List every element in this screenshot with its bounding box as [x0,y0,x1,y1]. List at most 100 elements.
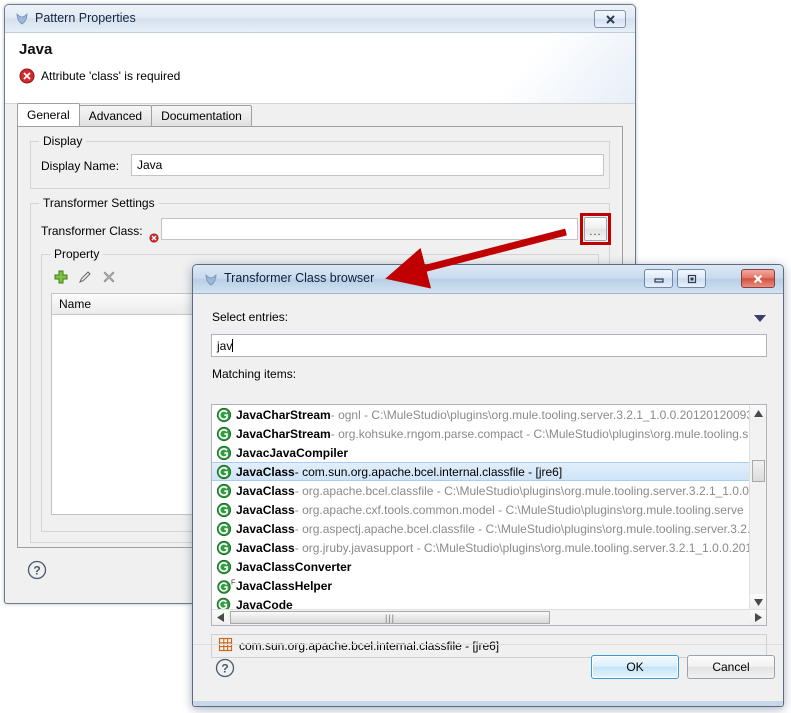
class-green-icon [216,540,236,556]
screen: Pattern Properties Java Attribute 'class… [0,0,791,713]
scroll-thumb-grip-icon: ||| [385,613,395,623]
list-horizontal-scrollbar[interactable]: ||| [212,609,766,625]
list-item-name: JavaClass [236,522,295,536]
list-item[interactable]: JavaCharStream - org.kohsuke.rngom.parse… [212,424,751,443]
window-title: Pattern Properties [35,11,136,25]
close-icon [752,273,764,285]
class-green-icon [216,483,236,499]
add-property-button[interactable] [51,267,71,287]
cancel-button[interactable]: Cancel [687,655,775,679]
select-entries-label: Select entries: [212,310,288,324]
list-item-description: - ognl - C:\MuleStudio\plugins\org.mule.… [331,408,751,422]
caret-down-icon [754,599,763,606]
edit-property-button[interactable] [75,267,95,287]
svg-text:?: ? [33,564,40,578]
caret-up-icon [754,410,763,417]
mule-app-icon [203,272,219,288]
class-green-final-icon: F [216,578,236,594]
pattern-properties-titlebar[interactable]: Pattern Properties [5,5,635,33]
minimize-icon [652,274,666,284]
maximize-icon [685,273,699,285]
svg-text:?: ? [221,662,228,676]
list-viewport: JavaCharStream - ognl - C:\MuleStudio\pl… [212,405,751,611]
ok-button[interactable]: OK [591,655,679,679]
plus-green-icon [53,269,69,285]
scroll-up-button[interactable] [750,405,767,422]
help-question-icon: ? [215,658,235,678]
class-green-icon [216,426,236,442]
list-item[interactable]: JavaClassConverter [212,557,751,576]
help-button[interactable]: ? [215,658,235,678]
maximize-button[interactable] [677,269,706,288]
close-button[interactable] [741,269,775,288]
list-item[interactable]: JavaCharStream - ognl - C:\MuleStudio\pl… [212,405,751,424]
highlight-annotation-box [580,213,611,245]
pattern-properties-header: Java Attribute 'class' is required [5,33,635,104]
list-item[interactable]: JavaClass - org.jruby.javasupport - C:\M… [212,538,751,557]
ok-button-label: OK [626,660,643,674]
list-item-name: JavaCharStream [236,408,331,422]
pencil-icon [77,269,93,285]
dialog-footer: ? OK Cancel [193,644,783,706]
caret-left-icon [217,613,224,622]
list-item[interactable]: JavaClass - com.sun.org.apache.bcel.inte… [212,462,751,481]
list-item-name: JavacJavaCompiler [236,446,348,460]
tab-advanced[interactable]: Advanced [79,105,152,126]
list-item-name: JavaClassConverter [236,560,351,574]
search-input[interactable]: jav [211,334,767,357]
list-item[interactable]: JavaClass - org.apache.bcel.classfile - … [212,481,751,500]
vertical-scroll-thumb[interactable] [752,460,765,482]
list-item-description: - org.kohsuke.rngom.parse.compact - C:\M… [331,427,749,441]
tab-bar: General Advanced Documentation [17,104,251,126]
error-small-icon [149,232,159,242]
page-title: Java [19,41,52,58]
list-item-name: JavaClassHelper [236,579,332,593]
transformer-settings-legend: Transformer Settings [39,196,159,210]
list-item-description: - org.apache.bcel.classfile - C:\MuleStu… [295,484,751,498]
display-group: Display Display Name: [30,141,610,189]
close-button[interactable] [594,10,626,28]
help-button[interactable]: ? [27,560,47,580]
tab-general-label: General [27,108,70,122]
list-item-description: - com.sun.org.apache.bcel.internal.class… [295,465,562,479]
error-circle-icon [19,68,35,84]
display-group-legend: Display [39,134,86,148]
display-name-label: Display Name: [41,159,119,173]
mule-app-icon [14,11,30,27]
help-question-icon: ? [27,560,47,580]
property-group-legend: Property [50,247,103,261]
display-name-input[interactable] [131,154,604,176]
svg-text:F: F [231,579,235,586]
footer-divider [193,644,783,645]
dialog-title: Transformer Class browser [224,271,374,285]
class-green-icon [216,559,236,575]
horizontal-scroll-thumb[interactable]: ||| [230,611,550,624]
list-item[interactable]: JavaClass - org.aspectj.apache.bcel.clas… [212,519,751,538]
tab-general[interactable]: General [17,103,80,126]
list-item[interactable]: JavacJavaCompiler [212,443,751,462]
text-caret [232,339,233,352]
minimize-button[interactable] [644,269,673,288]
transformer-class-input[interactable] [161,218,578,240]
list-item-description: - org.aspectj.apache.bcel.classfile - C:… [295,522,751,536]
tab-documentation[interactable]: Documentation [151,105,252,126]
scroll-left-button[interactable] [212,610,228,625]
list-item[interactable]: JavaClass - org.apache.cxf.tools.common.… [212,500,751,519]
cancel-button-label: Cancel [712,660,749,674]
delete-property-button[interactable] [99,267,119,287]
caret-right-icon [755,613,762,622]
delete-x-icon [101,269,117,285]
matching-items-list[interactable]: JavaCharStream - ognl - C:\MuleStudio\pl… [211,404,767,626]
list-item-name: JavaClass [236,484,295,498]
list-item-description: - org.jruby.javasupport - C:\MuleStudio\… [295,541,751,555]
dialog-body: Select entries: jav Matching items: Java… [193,294,783,706]
error-message: Attribute 'class' is required [41,69,180,83]
close-icon [605,14,616,25]
list-item-description: - org.apache.cxf.tools.common.model - C:… [295,503,744,517]
dialog-titlebar[interactable]: Transformer Class browser [193,265,783,294]
chevron-down-icon[interactable] [753,312,767,326]
list-item[interactable]: FJavaClassHelper [212,576,751,595]
list-vertical-scrollbar[interactable] [749,405,766,611]
scroll-right-button[interactable] [750,610,766,625]
class-green-icon [216,521,236,537]
